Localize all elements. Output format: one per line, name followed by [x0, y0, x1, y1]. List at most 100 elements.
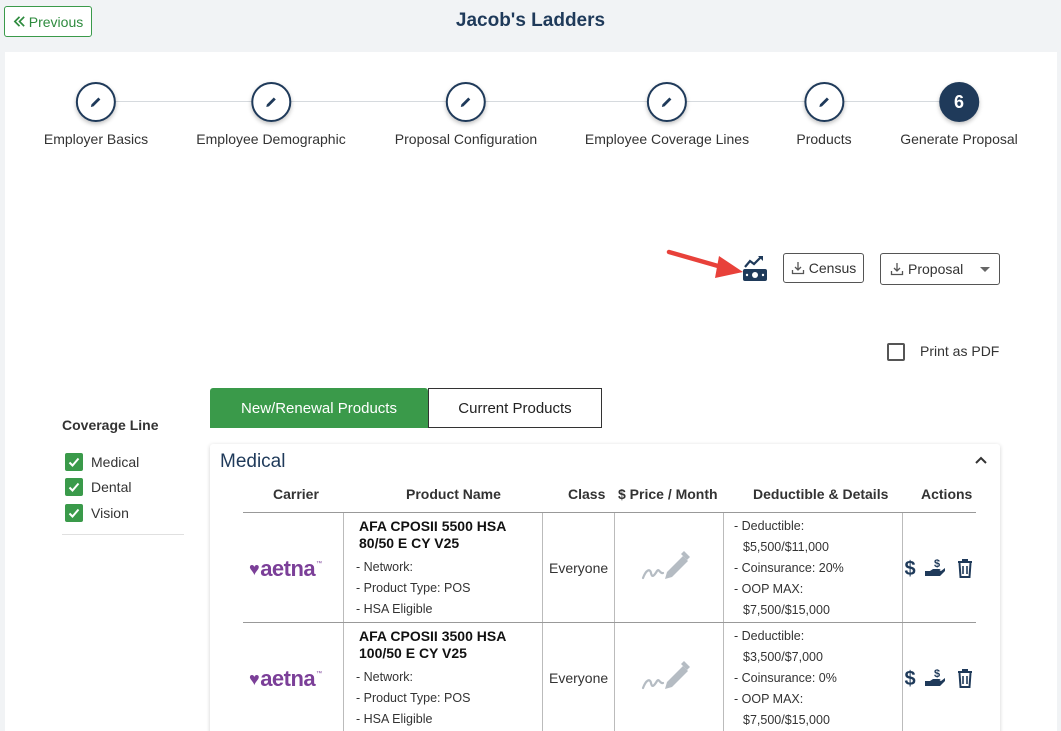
proposal-label: Proposal — [908, 261, 964, 277]
print-as-pdf-checkbox[interactable] — [887, 343, 905, 361]
trash-icon[interactable] — [954, 557, 976, 579]
coverage-item-medical[interactable]: Medical — [65, 453, 139, 471]
cell-divider — [343, 623, 344, 731]
step-proposal-configuration[interactable]: Proposal Configuration — [395, 82, 537, 147]
heart-icon: ♥ — [249, 558, 260, 579]
coverage-line-title: Coverage Line — [62, 417, 159, 433]
step-circle — [251, 82, 291, 122]
pencil-icon — [90, 97, 101, 107]
trash-icon[interactable] — [954, 667, 976, 689]
deductible-detail: - Deductible: — [734, 519, 805, 533]
coverage-item-dental[interactable]: Dental — [65, 478, 131, 496]
product-detail: - Network: — [356, 560, 413, 574]
cell-divider — [614, 513, 615, 623]
table-row: ♥ aetna ™ AFA CPOSII 3500 HSA 100/50 E CY … — [243, 622, 976, 731]
trademark-mark: ™ — [316, 561, 322, 567]
step-circle — [647, 82, 687, 122]
step-employer-basics[interactable]: Employer Basics — [44, 82, 148, 147]
product-class: Everyone — [549, 560, 609, 576]
step-circle — [804, 82, 844, 122]
section-title: Medical — [220, 451, 286, 472]
step-employee-demographic[interactable]: Employee Demographic — [196, 82, 346, 147]
step-label: Employee Demographic — [196, 131, 346, 147]
svg-text:$: $ — [904, 558, 915, 579]
step-circle — [445, 82, 486, 122]
cell-divider — [542, 513, 543, 623]
column-header-product-name: Product Name — [406, 486, 501, 502]
medical-section-card: Medical Carrier Product Name Class $ Pri… — [210, 444, 1000, 731]
product-detail: - Network: — [356, 670, 413, 684]
download-icon — [890, 263, 904, 276]
coverage-item-label: Medical — [91, 454, 140, 470]
step-label: Proposal Configuration — [394, 131, 538, 147]
check-icon — [68, 508, 80, 518]
page-title: Jacob's Ladders — [455, 10, 606, 31]
column-header-price: $ Price / Month — [618, 486, 718, 502]
census-download-button[interactable]: Census — [783, 253, 864, 283]
svg-text:$: $ — [904, 668, 915, 689]
vision-checkbox[interactable] — [65, 504, 83, 522]
step-employee-coverage-lines[interactable]: Employee Coverage Lines — [585, 82, 749, 147]
step-products[interactable]: Products — [796, 82, 852, 147]
download-icon — [791, 262, 804, 275]
step-label: Employee Coverage Lines — [584, 131, 750, 147]
dental-checkbox[interactable] — [65, 478, 83, 496]
deductible-detail: - Coinsurance: 0% — [734, 671, 837, 685]
step-generate-proposal[interactable]: 6 Generate Proposal — [900, 82, 1018, 147]
step-label: Generate Proposal — [900, 131, 1018, 147]
cell-divider — [723, 513, 724, 623]
product-name: AFA CPOSII 3500 HSA 100/50 E CY V25 — [359, 628, 506, 661]
column-header-actions: Actions — [921, 486, 973, 502]
chevron-up-icon[interactable] — [974, 453, 988, 467]
coverage-item-label: Dental — [91, 479, 132, 495]
trademark-mark: ™ — [316, 671, 322, 677]
money-chart-icon[interactable] — [741, 255, 769, 283]
step-label: Products — [796, 131, 852, 147]
aetna-logo: ♥ aetna ™ — [249, 556, 322, 582]
signature-pen-icon[interactable] — [640, 550, 692, 584]
proposal-dropdown-button[interactable]: Proposal — [880, 253, 1000, 285]
table-row: ♥ aetna ™ AFA CPOSII 5500 HSA 80/50 E CY V… — [243, 512, 976, 623]
medical-checkbox[interactable] — [65, 453, 83, 471]
step-circle-active: 6 — [939, 82, 979, 122]
dollar-icon[interactable]: $ — [899, 667, 921, 689]
column-header-carrier: Carrier — [273, 486, 319, 502]
cell-divider — [542, 623, 543, 731]
check-icon — [68, 482, 80, 492]
product-detail: - Product Type: POS — [356, 581, 471, 595]
pencil-icon — [819, 97, 829, 107]
sidebar-divider — [62, 534, 184, 535]
coverage-item-vision[interactable]: Vision — [65, 504, 129, 522]
step-circle — [75, 82, 116, 122]
svg-text:$: $ — [934, 668, 940, 680]
deductible-detail: $5,500/$11,000 — [743, 540, 829, 554]
column-header-deductible: Deductible & Details — [753, 486, 889, 502]
census-label: Census — [808, 260, 857, 276]
svg-text:$: $ — [934, 558, 940, 570]
pencil-icon — [266, 97, 276, 107]
dollar-icon[interactable]: $ — [899, 557, 921, 579]
tab-current-products[interactable]: Current Products — [428, 388, 602, 428]
tab-new-renewal-products[interactable]: New/Renewal Products — [210, 388, 428, 428]
deductible-detail: - Deductible: — [734, 629, 805, 643]
deductible-detail: $7,500/$15,000 — [743, 713, 830, 727]
print-as-pdf-label: Print as PDF — [920, 343, 1000, 359]
red-arrow-annotation — [666, 249, 743, 278]
coverage-item-label: Vision — [91, 505, 129, 521]
signature-pen-icon[interactable] — [640, 660, 692, 694]
step-label: Employer Basics — [43, 131, 149, 147]
product-detail: - HSA Eligible — [356, 712, 433, 726]
deductible-detail: - Coinsurance: 20% — [734, 561, 844, 575]
caret-down-icon — [980, 267, 990, 272]
deductible-detail: - OOP MAX: — [734, 582, 804, 596]
product-class: Everyone — [549, 670, 609, 686]
cell-divider — [723, 623, 724, 731]
hand-money-icon[interactable]: $ — [924, 557, 946, 579]
product-detail: - Product Type: POS — [356, 691, 471, 705]
hand-money-icon[interactable]: $ — [924, 667, 946, 689]
pencil-icon — [662, 97, 672, 107]
carrier-name: aetna — [260, 556, 316, 581]
aetna-logo: ♥ aetna ™ — [249, 666, 322, 692]
heart-icon: ♥ — [249, 668, 260, 689]
check-icon — [68, 457, 80, 467]
